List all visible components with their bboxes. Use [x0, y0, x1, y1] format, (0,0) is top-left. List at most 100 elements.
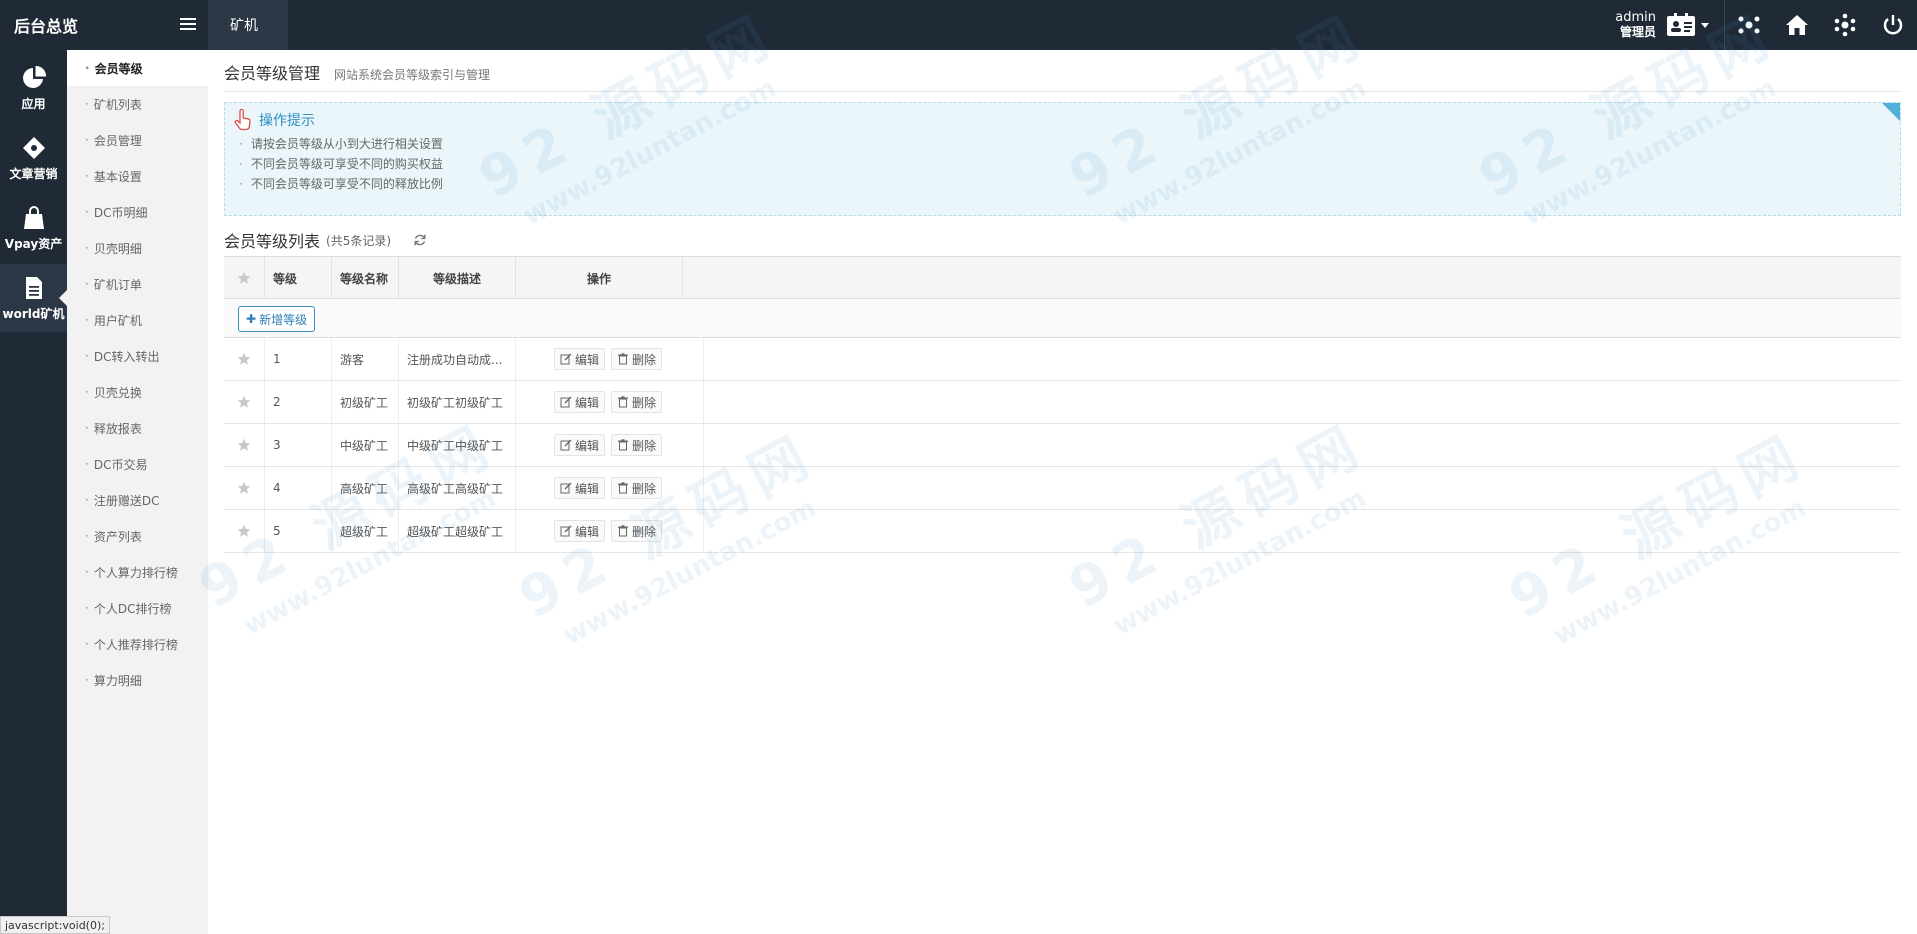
page-title: 会员等级管理 — [224, 64, 321, 83]
delete-label: 删除 — [632, 524, 657, 539]
edit-button[interactable]: 编辑 — [554, 520, 606, 542]
home-icon — [1786, 15, 1808, 35]
submenu-item-referral-ranking[interactable]: 个人推荐排行榜 — [67, 626, 208, 662]
header-operations: 操作 — [516, 257, 683, 299]
trash-icon — [618, 525, 629, 537]
cell-level-name: 初级矿工 — [332, 381, 399, 423]
delete-button[interactable]: 删除 — [611, 520, 663, 542]
star-icon — [237, 271, 251, 284]
submenu-item-shell-exchange[interactable]: 贝壳兑换 — [67, 374, 208, 410]
header-level-name: 等级名称 — [332, 257, 399, 299]
delete-label: 删除 — [632, 438, 657, 453]
edit-button[interactable]: 编辑 — [554, 348, 606, 370]
submenu-item-dc-transfer[interactable]: DC转入转出 — [67, 338, 208, 374]
user-role: 管理员 — [1619, 25, 1656, 39]
add-level-label: 新增等级 — [259, 312, 308, 327]
bag-icon — [23, 205, 44, 229]
submenu-item-member-management[interactable]: 会员管理 — [67, 122, 208, 158]
submenu-item-miner-list[interactable]: 矿机列表 — [67, 86, 208, 122]
iconbar-label: world矿机 — [2, 306, 65, 321]
cell-level-desc: 初级矿工初级矿工 — [399, 381, 516, 423]
submenu-item-hashrate-details[interactable]: 算力明细 — [67, 662, 208, 698]
browser-status-bar: javascript:void(0); — [0, 916, 110, 934]
delete-button[interactable]: 删除 — [611, 391, 663, 413]
submenu-item-dc-ranking[interactable]: 个人DC排行榜 — [67, 590, 208, 626]
delete-button[interactable]: 删除 — [611, 477, 663, 499]
cell-level-desc: 高级矿工高级矿工 — [399, 467, 516, 509]
submenu-item-shell-details[interactable]: 贝壳明细 — [67, 230, 208, 266]
tips-line: 请按会员等级从小到大进行相关设置 — [239, 135, 443, 152]
edit-button[interactable]: 编辑 — [554, 391, 606, 413]
submenu-item-release-report[interactable]: 释放报表 — [67, 410, 208, 446]
top-tab-miner[interactable]: 矿机 — [208, 0, 288, 50]
delete-label: 删除 — [632, 352, 657, 367]
id-card-icon[interactable] — [1666, 13, 1696, 37]
chevron-down-icon[interactable] — [1700, 20, 1710, 30]
submenu-item-dc-trading[interactable]: DC币交易 — [67, 446, 208, 482]
submenu-item-dc-details[interactable]: DC币明细 — [67, 194, 208, 230]
row-star[interactable] — [224, 338, 265, 380]
row-star[interactable] — [224, 381, 265, 423]
cell-operations: 编辑 删除 — [516, 381, 704, 423]
menu-toggle-icon[interactable] — [180, 18, 196, 32]
record-count: (共5条记录) — [326, 233, 392, 248]
submenu-item-register-bonus[interactable]: 注册赠送DC — [67, 482, 208, 518]
star-icon — [237, 524, 251, 537]
tips-header[interactable]: 操作提示 — [233, 109, 315, 131]
cell-level: 3 — [265, 424, 332, 466]
tips-collapse-toggle[interactable] — [1882, 103, 1900, 121]
star-icon — [237, 481, 251, 494]
edit-label: 编辑 — [575, 395, 600, 410]
row-star[interactable] — [224, 510, 265, 552]
iconbar-item-vpay-assets[interactable]: Vpay资产 — [0, 194, 67, 262]
delete-button[interactable]: 删除 — [611, 348, 663, 370]
edit-button[interactable]: 编辑 — [554, 434, 606, 456]
logout-button[interactable] — [1869, 0, 1917, 50]
row-star[interactable] — [224, 467, 265, 509]
table-row: 5 超级矿工 超级矿工超级矿工 编辑 删除 — [224, 510, 1901, 553]
iconbar-item-article-marketing[interactable]: 文章营销 — [0, 124, 67, 192]
submenu-item-hashrate-ranking[interactable]: 个人算力排行榜 — [67, 554, 208, 590]
tips-title: 操作提示 — [259, 113, 315, 129]
user-name: admin — [1615, 10, 1656, 25]
icon-sidebar: 应用 文章营销 Vpay资产 world矿机 — [0, 50, 67, 934]
submenu-item-basic-settings[interactable]: 基本设置 — [67, 158, 208, 194]
user-info[interactable]: admin 管理员 — [1615, 10, 1656, 40]
refresh-icon[interactable] — [413, 233, 427, 247]
iconbar-label: 应用 — [21, 96, 46, 111]
plus-icon: ✚ — [246, 312, 257, 326]
trash-icon — [618, 353, 629, 365]
main-content: 会员等级管理 网站系统会员等级索引与管理 操作提示 请按会员等级从小到大进行相关… — [208, 50, 1917, 934]
submenu-item-member-level[interactable]: 会员等级 — [67, 50, 208, 86]
home-button[interactable] — [1773, 0, 1821, 50]
network-button[interactable] — [1725, 0, 1773, 50]
pie-chart-icon — [22, 65, 46, 88]
header-level-desc: 等级描述 — [399, 257, 516, 299]
edit-icon — [560, 396, 572, 408]
add-level-button[interactable]: ✚ 新增等级 — [238, 306, 316, 332]
iconbar-item-world-miner[interactable]: world矿机 — [0, 264, 67, 332]
submenu-item-user-miners[interactable]: 用户矿机 — [67, 302, 208, 338]
table-row: 1 游客 注册成功自动成... 编辑 删除 — [224, 338, 1901, 381]
submenu-item-miner-orders[interactable]: 矿机订单 — [67, 266, 208, 302]
cell-level-name: 游客 — [332, 338, 399, 380]
pointer-hand-icon — [234, 109, 251, 131]
star-icon — [237, 395, 251, 408]
iconbar-label: Vpay资产 — [4, 236, 63, 251]
cell-level: 4 — [265, 467, 332, 509]
star-icon — [237, 352, 251, 365]
row-star[interactable] — [224, 424, 265, 466]
submenu: 会员等级 矿机列表 会员管理 基本设置 DC币明细 贝壳明细 矿机订单 用户矿机… — [67, 50, 208, 934]
delete-button[interactable]: 删除 — [611, 434, 663, 456]
edit-icon — [560, 482, 572, 494]
cell-level-desc: 超级矿工超级矿工 — [399, 510, 516, 552]
cluster-icon — [1834, 13, 1856, 37]
edit-button[interactable]: 编辑 — [554, 477, 606, 499]
iconbar-item-apps[interactable]: 应用 — [0, 54, 67, 122]
tips-panel: 操作提示 请按会员等级从小到大进行相关设置 不同会员等级可享受不同的购买权益 不… — [224, 102, 1901, 216]
cell-level-name: 中级矿工 — [332, 424, 399, 466]
submenu-item-asset-list[interactable]: 资产列表 — [67, 518, 208, 554]
document-icon — [25, 276, 42, 299]
cell-level: 1 — [265, 338, 332, 380]
cluster-button[interactable] — [1821, 0, 1869, 50]
